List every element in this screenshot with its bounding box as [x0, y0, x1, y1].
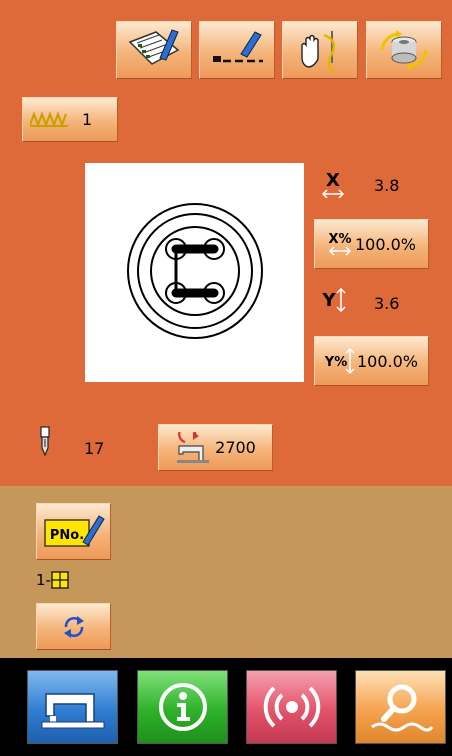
pattern-preview — [85, 163, 304, 382]
x-scale-icon: X% — [328, 232, 352, 256]
x-size-value: 3.8 — [374, 176, 400, 195]
y-size-icon: Y — [321, 287, 346, 313]
stitch-edit-icon — [213, 31, 263, 63]
info-icon — [158, 683, 207, 731]
x-scale-value: 100.0% — [354, 234, 416, 254]
pattern-item[interactable]: 1- — [36, 571, 69, 589]
communication-button[interactable] — [246, 670, 337, 744]
pattern-number-icon-text: PNo. — [49, 528, 83, 543]
pattern-number-icon: PNo. — [43, 514, 105, 547]
search-icon — [370, 684, 433, 732]
pattern-number-button[interactable]: PNo. — [36, 503, 111, 560]
x-scale-button[interactable]: X% 100.0% — [314, 219, 429, 269]
search-button[interactable] — [355, 670, 446, 744]
y-size-value: 3.6 — [374, 294, 400, 313]
winder-button[interactable] — [366, 21, 442, 79]
x-icon-letter: X — [326, 170, 340, 191]
manual-needle-icon — [301, 31, 336, 73]
refresh-icon — [63, 615, 84, 638]
button-pattern-icon — [127, 203, 263, 339]
y-scale-icon-text: Y% — [325, 355, 347, 370]
speed-value: 2700 — [215, 438, 256, 457]
needle-value: 17 — [84, 439, 105, 458]
y-scale-icon: Y% — [325, 347, 355, 375]
y-icon-letter: Y — [321, 290, 336, 311]
pattern-edit-icon — [128, 29, 180, 65]
x-size-icon: X — [321, 170, 345, 198]
manual-needle-button[interactable] — [282, 21, 358, 79]
stitch-edit-button[interactable] — [199, 21, 275, 79]
sewing-machine-icon — [41, 693, 104, 729]
sewing-speed-icon — [177, 431, 210, 463]
y-scale-button[interactable]: Y% 100.0% — [314, 336, 429, 386]
x-scale-icon-text: X% — [328, 232, 351, 247]
info-button[interactable] — [137, 670, 228, 744]
y-scale-value: 100.0% — [356, 351, 418, 371]
communication-icon — [263, 686, 320, 728]
pattern-item-label: 1- — [36, 571, 51, 589]
screen: 1 X 3.8 X% 100.0% Y 3.6 Y% 100.0% 17 270… — [0, 0, 452, 756]
speed-button[interactable]: 2700 — [158, 424, 273, 471]
pattern-edit-button[interactable] — [116, 21, 192, 79]
needle-icon — [40, 426, 50, 456]
pattern-refresh-button[interactable] — [36, 603, 111, 650]
sewing-mode-button[interactable] — [27, 670, 118, 744]
stitch-count-button[interactable]: 1 — [22, 97, 118, 142]
four-hole-pattern-icon — [51, 571, 69, 589]
winder-icon — [380, 30, 428, 70]
stitch-count-value: 1 — [82, 110, 93, 129]
zigzag-stitch-icon — [30, 110, 68, 128]
